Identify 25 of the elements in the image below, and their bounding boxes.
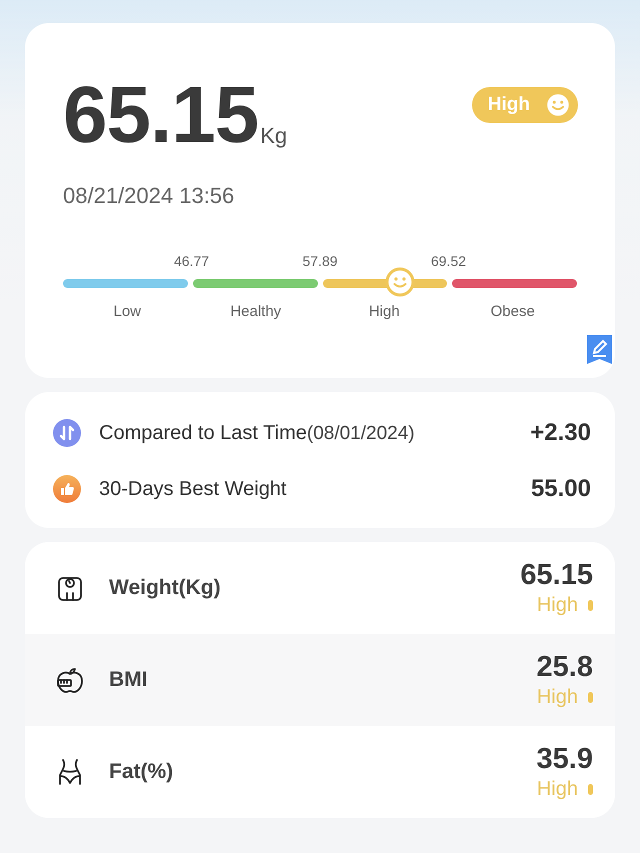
measurement-date: 08/21/2024 13:56	[63, 183, 236, 209]
status-badge: High	[472, 87, 578, 123]
summary-label: 30-Days Best Weight	[99, 478, 288, 500]
threshold-label: 46.77	[174, 253, 210, 271]
summary-value: 55.00	[530, 475, 591, 503]
range-label: Obese	[490, 303, 535, 320]
metric-label: BMI	[109, 668, 148, 692]
weight-unit: Kg	[260, 123, 288, 149]
range-label: Healthy	[230, 303, 282, 320]
metric-row[interactable]: BMI 25.8 High	[25, 634, 615, 726]
range-label: Low	[113, 303, 142, 320]
threshold-label: 69.52	[430, 253, 466, 271]
metric-value: 65.15	[520, 559, 593, 592]
summary-value: +2.30	[530, 419, 591, 447]
metric-value: 35.9	[536, 743, 593, 776]
metric-value: 25.8	[536, 651, 593, 684]
metric-status: High	[536, 778, 578, 801]
metric-label: Weight(Kg)	[109, 576, 222, 600]
range-label: High	[368, 303, 400, 320]
metric-status: High	[536, 686, 578, 709]
threshold-label: 57.89	[302, 253, 338, 271]
summary-label: Compared to Last Time(08/01/2024)	[99, 422, 416, 444]
weight-value: 65.15	[63, 75, 258, 155]
metric-status: High	[536, 594, 578, 617]
metric-label: Fat(%)	[109, 760, 174, 784]
